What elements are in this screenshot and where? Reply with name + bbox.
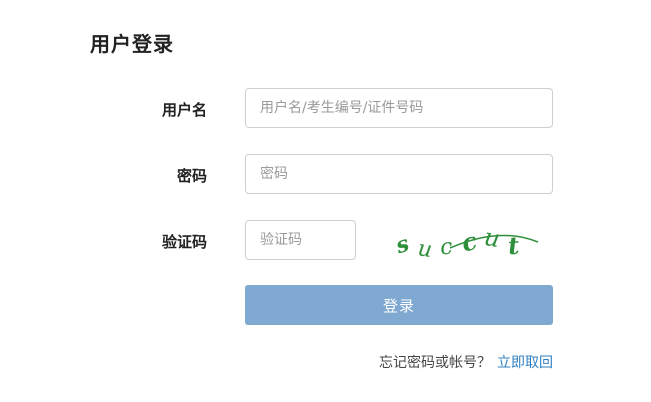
username-input[interactable] bbox=[245, 88, 553, 128]
captcha-label: 验证码 bbox=[161, 233, 207, 251]
forgot-text: 忘记密码或帐号？ bbox=[379, 355, 491, 371]
password-label: 密码 bbox=[176, 167, 207, 185]
retrieve-link[interactable]: 立即取回 bbox=[497, 355, 553, 371]
login-panel: 用户登录 用户名 密码 验证码 s u c c u t 登录 忘记密码或帐号？ 立… bbox=[0, 0, 651, 402]
page-title: 用户登录 bbox=[90, 32, 174, 56]
forgot-account: 忘记密码或帐号？ 立即取回 bbox=[379, 352, 553, 372]
captcha-char-3: c bbox=[439, 234, 454, 260]
captcha-char-6: t bbox=[507, 231, 520, 261]
captcha-input[interactable] bbox=[245, 220, 356, 260]
password-input[interactable] bbox=[245, 154, 553, 194]
captcha-char-2: u bbox=[416, 236, 434, 263]
captcha-char-1: s bbox=[392, 231, 413, 260]
captcha-image[interactable]: s u c c u t bbox=[388, 214, 556, 266]
username-label: 用户名 bbox=[161, 101, 207, 119]
login-button[interactable]: 登录 bbox=[245, 285, 553, 325]
captcha-char-5: u bbox=[482, 223, 502, 253]
captcha-char-4: c bbox=[459, 226, 481, 258]
